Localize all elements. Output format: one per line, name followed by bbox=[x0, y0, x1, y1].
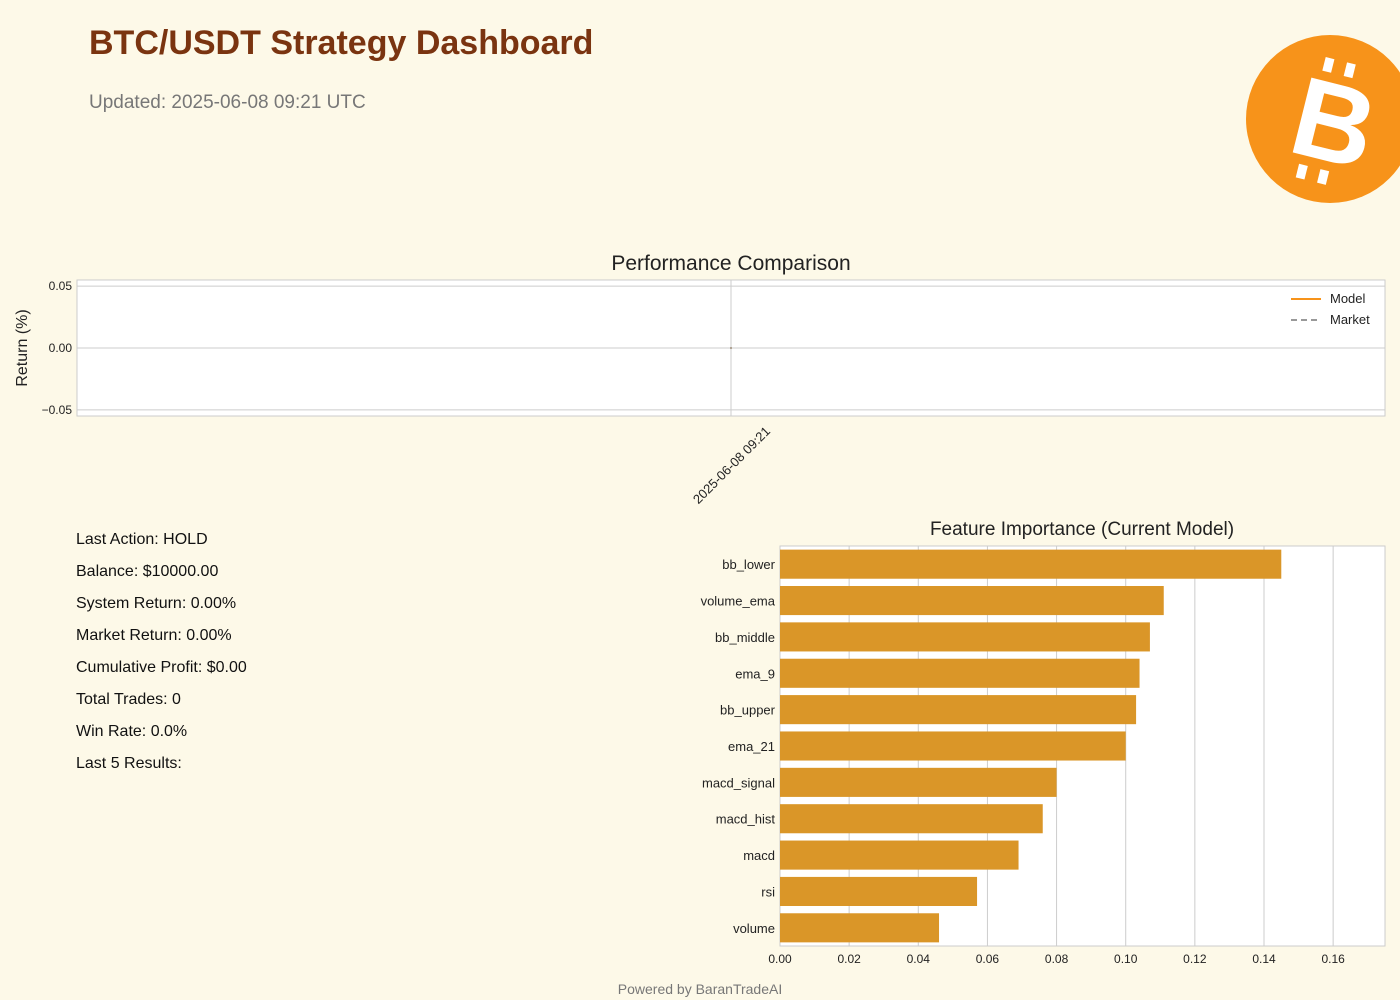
y-tick-label: 0.05 bbox=[49, 279, 73, 293]
legend-label-market: Market bbox=[1330, 312, 1370, 327]
bar-bb_lower bbox=[780, 549, 1282, 579]
updated-timestamp: Updated: 2025-06-08 09:21 UTC bbox=[89, 92, 366, 113]
category-label: volume bbox=[733, 921, 775, 936]
category-label: ema_9 bbox=[735, 666, 775, 681]
category-label: bb_upper bbox=[720, 703, 776, 718]
x-tick-label: 0.04 bbox=[907, 952, 931, 966]
legend-label-model: Model bbox=[1330, 291, 1366, 306]
x-tick-label: 0.02 bbox=[837, 952, 861, 966]
bar-macd_hist bbox=[780, 804, 1043, 834]
bar-volume bbox=[780, 913, 940, 943]
performance-chart: 0.05 0.00 −0.05 2025-06-08 09:21 Return (%) M… bbox=[14, 279, 1386, 507]
x-tick-label: 0.06 bbox=[976, 952, 1000, 966]
category-label: bb_lower bbox=[722, 557, 775, 572]
bar-bb_upper bbox=[780, 695, 1137, 725]
feature-chart-title: Feature Importance (Current Model) bbox=[929, 519, 1235, 540]
x-tick-label: 0.16 bbox=[1321, 952, 1345, 966]
x-tick-label: 0.14 bbox=[1252, 952, 1276, 966]
bitcoin-icon: B bbox=[1246, 35, 1400, 203]
bar-bb_middle bbox=[780, 622, 1150, 652]
category-label: macd_hist bbox=[716, 812, 776, 827]
page-title: BTC/USDT Strategy Dashboard bbox=[89, 24, 594, 62]
feature-importance-chart: 0.00 0.02 0.04 0.06 0.08 0.10 0.12 0.14 0.16 bb_l… bbox=[701, 545, 1386, 966]
bar-macd bbox=[780, 840, 1019, 870]
bar-rsi bbox=[780, 876, 978, 906]
x-tick-label: 0.00 bbox=[768, 952, 792, 966]
category-label: volume_ema bbox=[701, 594, 776, 609]
x-tick-label: 0.12 bbox=[1183, 952, 1207, 966]
x-tick-label: 0.10 bbox=[1114, 952, 1138, 966]
bar-ema_9 bbox=[780, 658, 1140, 688]
y-axis-label: Return (%) bbox=[14, 309, 31, 386]
x-tick-label: 2025-06-08 09:21 bbox=[690, 424, 773, 507]
category-label: ema_21 bbox=[728, 739, 775, 754]
series-point-market bbox=[730, 347, 732, 349]
category-label: macd bbox=[743, 848, 775, 863]
y-tick-label: 0.00 bbox=[49, 341, 73, 355]
bar-ema_21 bbox=[780, 731, 1126, 761]
category-label: macd_signal bbox=[702, 775, 775, 790]
footer-credit: Powered by BaranTradeAI bbox=[617, 981, 783, 997]
category-label: bb_middle bbox=[715, 630, 775, 645]
bar-macd_signal bbox=[780, 767, 1057, 797]
bar-volume_ema bbox=[780, 586, 1164, 616]
category-label: rsi bbox=[761, 884, 775, 899]
y-tick-label: −0.05 bbox=[42, 403, 73, 417]
x-tick-label: 0.08 bbox=[1045, 952, 1069, 966]
